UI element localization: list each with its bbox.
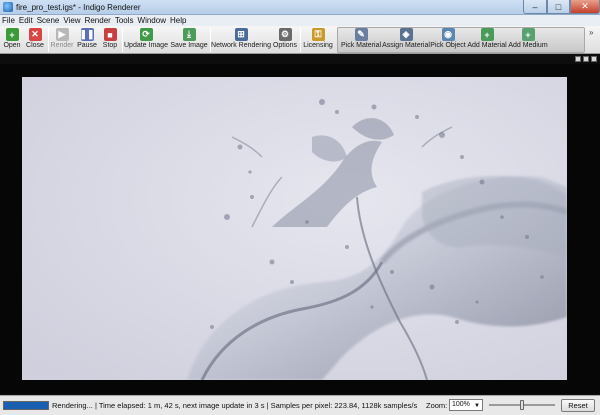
toolbar-divider xyxy=(122,28,123,52)
app-icon xyxy=(3,2,13,12)
options-label: Options xyxy=(272,42,298,49)
toolbar-divider xyxy=(48,28,49,52)
maximize-button[interactable]: □ xyxy=(547,0,570,14)
download-icon: ⤓ xyxy=(182,28,196,41)
add-medium-label: Add Medium xyxy=(508,42,548,49)
pause-label: Pause xyxy=(77,42,97,49)
pause-button[interactable]: ❚❚ Pause xyxy=(76,27,98,53)
status-text: Rendering... | Time elapsed: 1 m, 42 s, … xyxy=(52,401,418,410)
menu-render[interactable]: Render xyxy=(85,16,111,25)
add-material-icon: + xyxy=(480,28,494,41)
gear-icon: ⚙ xyxy=(278,28,292,41)
save-image-button[interactable]: ⤓ Save Image xyxy=(170,27,208,53)
render-image xyxy=(22,77,567,380)
stop-icon: ■ xyxy=(103,28,117,41)
zoom-value: 100% xyxy=(452,401,470,408)
close-button[interactable]: ✕ Close xyxy=(24,27,46,53)
assign-material-label: Assign Material xyxy=(382,42,430,49)
toolbar-overflow-button[interactable]: » xyxy=(589,28,593,37)
eyedropper-icon: ✎ xyxy=(354,28,368,41)
key-icon: ⚿ xyxy=(311,28,325,41)
close-window-button[interactable]: ✕ xyxy=(570,0,600,14)
open-label: Open xyxy=(3,42,21,49)
update-image-button[interactable]: ⟳ Update Image xyxy=(124,27,168,53)
stop-button[interactable]: ■ Stop xyxy=(100,27,120,53)
close-icon: ✕ xyxy=(28,28,42,41)
chevron-down-icon: ▼ xyxy=(474,403,480,409)
menu-edit[interactable]: Edit xyxy=(19,16,33,25)
menu-window[interactable]: Window xyxy=(138,16,166,25)
pick-object-button[interactable]: ◉ Pick Object xyxy=(430,27,466,53)
pick-object-label: Pick Object xyxy=(430,42,466,49)
close-label: Close xyxy=(26,42,44,49)
render-button[interactable]: ▶ Render xyxy=(50,27,74,53)
status-bar: Rendering... | Time elapsed: 1 m, 42 s, … xyxy=(0,395,600,415)
object-icon: ◉ xyxy=(441,28,455,41)
menu-bar: File Edit Scene View Render Tools Window… xyxy=(0,15,600,26)
zoom-label: Zoom: xyxy=(426,401,448,410)
menu-scene[interactable]: Scene xyxy=(37,16,60,25)
render-progress-bar xyxy=(3,401,49,410)
add-medium-button[interactable]: + Add Medium xyxy=(508,27,548,53)
network-rendering-button[interactable]: ⊞ Network Rendering xyxy=(211,27,271,53)
pause-icon: ❚❚ xyxy=(79,28,95,41)
options-button[interactable]: ⚙ Options xyxy=(272,27,298,53)
rendered-splash-image xyxy=(22,77,567,380)
network-rendering-label: Network Rendering xyxy=(211,42,271,49)
add-material-label: Add Material xyxy=(467,42,507,49)
refresh-icon: ⟳ xyxy=(139,28,153,41)
add-medium-icon: + xyxy=(521,28,535,41)
menu-help[interactable]: Help xyxy=(170,16,186,25)
zoom-select[interactable]: 100% ▼ xyxy=(449,399,483,411)
panel-restore-button[interactable] xyxy=(583,56,589,62)
licensing-label: Licensing xyxy=(303,42,333,49)
paint-bucket-icon: ◈ xyxy=(399,28,413,41)
update-image-label: Update Image xyxy=(124,42,168,49)
menu-file[interactable]: File xyxy=(2,16,15,25)
assign-material-button[interactable]: ◈ Assign Material xyxy=(382,27,430,53)
panel-float-button[interactable] xyxy=(575,56,581,62)
title-bar: fire_pro_test.igs* - Indigo Renderer xyxy=(0,0,600,15)
pick-material-button[interactable]: ✎ Pick Material xyxy=(341,27,381,53)
network-icon: ⊞ xyxy=(234,28,248,41)
play-icon: ▶ xyxy=(55,28,69,41)
save-image-label: Save Image xyxy=(170,42,208,49)
open-button[interactable]: + Open xyxy=(2,27,22,53)
reset-zoom-button[interactable]: Reset xyxy=(561,399,595,412)
panel-header xyxy=(0,55,600,64)
pick-material-label: Pick Material xyxy=(340,42,382,49)
menu-view[interactable]: View xyxy=(63,16,80,25)
panel-close-button[interactable] xyxy=(591,56,597,62)
plus-icon: + xyxy=(5,28,19,41)
minimize-button[interactable]: – xyxy=(523,0,547,14)
toolbar-divider xyxy=(300,28,301,52)
licensing-button[interactable]: ⚿ Licensing xyxy=(302,27,334,53)
window-title: fire_pro_test.igs* - Indigo Renderer xyxy=(16,2,141,12)
zoom-slider-thumb[interactable] xyxy=(520,400,524,410)
render-label: Render xyxy=(50,42,74,49)
add-material-button[interactable]: + Add Material xyxy=(467,27,507,53)
toolbar: + Open ✕ Close ▶ Render ❚❚ Pause ■ Stop … xyxy=(0,26,600,54)
render-progress-fill xyxy=(4,402,48,409)
menu-tools[interactable]: Tools xyxy=(115,16,134,25)
stop-label: Stop xyxy=(102,42,118,49)
